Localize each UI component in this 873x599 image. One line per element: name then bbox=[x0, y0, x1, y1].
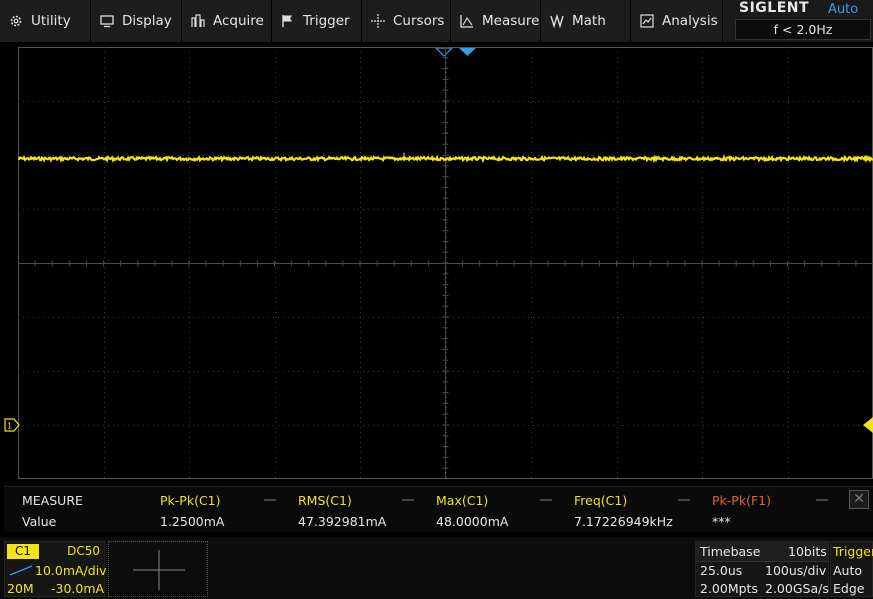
menu-measure[interactable]: Measure bbox=[451, 0, 541, 42]
timebase-resolution: 10bits bbox=[788, 544, 827, 559]
trigger-mode: Auto bbox=[833, 563, 863, 578]
trigger-mode-indicator: Auto bbox=[828, 2, 859, 17]
channel1-bandwidth-limit: 20M bbox=[7, 581, 34, 596]
timebase-memory-depth: 2.00Mpts bbox=[700, 581, 758, 596]
menu-bar: Utility Display Acquire Trigger Cursors … bbox=[0, 0, 733, 42]
menu-math-label: Math bbox=[572, 13, 606, 29]
trigger-type: Edge bbox=[833, 581, 865, 596]
menu-cursors-label: Cursors bbox=[393, 13, 445, 29]
frequency-counter: f < 2.0Hz bbox=[735, 19, 871, 40]
add-channel-button[interactable] bbox=[108, 541, 208, 597]
svg-text:1: 1 bbox=[7, 422, 12, 431]
measure-panel: MEASURE Value Pk-Pk(C1) 1.2500mA RMS(C1)… bbox=[4, 486, 873, 532]
channel1-tag: C1 bbox=[7, 544, 39, 559]
monitor-icon bbox=[100, 15, 114, 28]
timebase-panel[interactable]: Timebase 10bits 25.0us 100us/div 2.00Mpt… bbox=[695, 541, 829, 597]
analysis-icon bbox=[640, 14, 654, 28]
trigger-panel[interactable]: Trigger Auto Edge bbox=[830, 541, 873, 597]
measure-row-label: Value bbox=[22, 514, 57, 529]
channel1-panel[interactable]: C1 DC50 10.0mA/div 20M -30.0mA bbox=[4, 541, 107, 597]
waveform-display[interactable] bbox=[18, 47, 873, 479]
crosshair-icon bbox=[371, 14, 385, 28]
timebase-scale: 100us/div bbox=[765, 563, 827, 578]
menu-trigger-label: Trigger bbox=[303, 13, 350, 29]
measure-slot-divider bbox=[264, 499, 276, 501]
menu-analysis[interactable]: Analysis bbox=[631, 0, 723, 42]
measure-value-pkpk-c1: 1.2500mA bbox=[160, 514, 225, 529]
timebase-delay: 25.0us bbox=[700, 563, 743, 578]
gear-icon bbox=[10, 15, 22, 27]
menu-trigger[interactable]: Trigger bbox=[272, 0, 362, 42]
math-icon bbox=[550, 14, 564, 28]
probe-slope-icon bbox=[9, 565, 33, 576]
trigger-level-marker[interactable] bbox=[862, 417, 873, 433]
acquire-icon bbox=[191, 14, 205, 27]
channel1-scale: 10.0mA/div bbox=[35, 563, 107, 578]
measure-value-rms-c1: 47.392981mA bbox=[298, 514, 387, 529]
measure-close-button[interactable]: ✕ bbox=[849, 490, 869, 509]
plus-icon bbox=[133, 550, 185, 590]
menu-analysis-label: Analysis bbox=[662, 13, 718, 29]
trigger-title: Trigger bbox=[833, 544, 873, 559]
channel1-coupling: DC50 bbox=[67, 544, 100, 558]
status-panel: SIGLENT Auto f < 2.0Hz bbox=[733, 0, 873, 42]
menu-math[interactable]: Math bbox=[541, 0, 631, 42]
channel1-offset-marker[interactable]: 1 bbox=[4, 418, 20, 432]
measure-slot-divider bbox=[678, 499, 690, 501]
timebase-sample-rate: 2.00GSa/s bbox=[765, 581, 829, 596]
measure-value-pkpk-f1: *** bbox=[712, 514, 731, 529]
bottom-bar: C1 DC50 10.0mA/div 20M -30.0mA Timebase … bbox=[0, 537, 873, 599]
menu-display[interactable]: Display bbox=[91, 0, 182, 42]
menu-measure-label: Measure bbox=[482, 13, 540, 29]
menu-utility[interactable]: Utility bbox=[0, 0, 91, 42]
frequency-counter-value: f < 2.0Hz bbox=[773, 22, 833, 37]
measure-header-max-c1[interactable]: Max(C1) bbox=[436, 493, 488, 508]
measure-title: MEASURE bbox=[22, 493, 83, 508]
menu-display-label: Display bbox=[122, 13, 172, 29]
measure-slot-divider bbox=[816, 499, 828, 501]
channel1-offset: -30.0mA bbox=[51, 581, 105, 596]
measure-slot-divider bbox=[402, 499, 414, 501]
menu-acquire-label: Acquire bbox=[213, 13, 264, 29]
measure-value-max-c1: 48.0000mA bbox=[436, 514, 509, 529]
flag-icon bbox=[282, 15, 292, 27]
menu-cursors[interactable]: Cursors bbox=[362, 0, 451, 42]
measure-icon bbox=[460, 15, 473, 28]
measure-slot-divider bbox=[540, 499, 552, 501]
menu-acquire[interactable]: Acquire bbox=[182, 0, 272, 42]
siglent-logo: SIGLENT bbox=[739, 0, 810, 16]
measure-value-freq-c1: 7.17226949kHz bbox=[574, 514, 673, 529]
measure-header-pkpk-c1[interactable]: Pk-Pk(C1) bbox=[160, 493, 221, 508]
measure-header-rms-c1[interactable]: RMS(C1) bbox=[298, 493, 352, 508]
menu-utility-label: Utility bbox=[31, 13, 71, 29]
measure-header-pkpk-f1[interactable]: Pk-Pk(F1) bbox=[712, 493, 771, 508]
measure-header-freq-c1[interactable]: Freq(C1) bbox=[574, 493, 627, 508]
graticule bbox=[18, 47, 873, 479]
timebase-title: Timebase bbox=[700, 544, 761, 559]
